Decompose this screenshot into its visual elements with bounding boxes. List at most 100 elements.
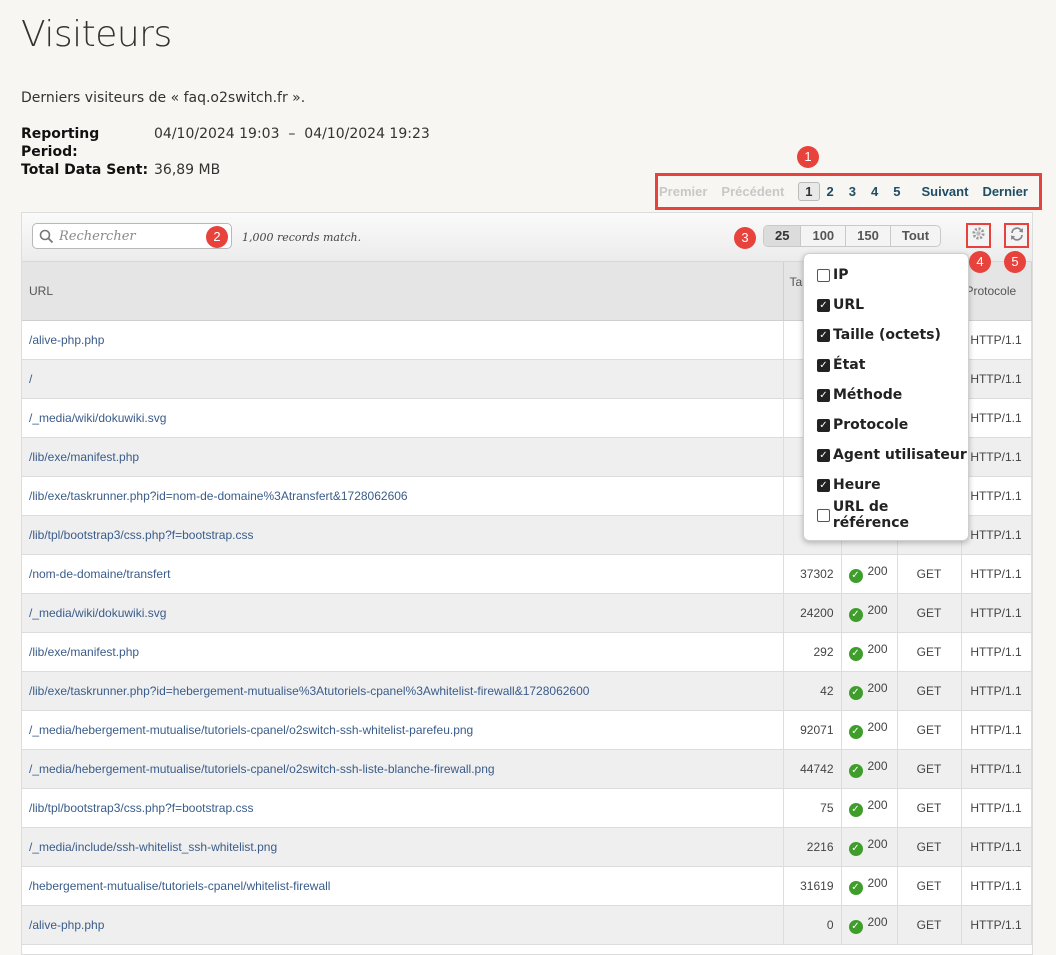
records-count: 1,000 records match. [242,231,362,244]
column-option[interactable]: ✓ Heure [804,470,968,500]
marker-1: 1 [797,146,819,168]
column-option[interactable]: ✓ Agent utilisateur [804,440,968,470]
page-size-25[interactable]: 25 [764,226,801,246]
cell-size: 0 [783,905,842,945]
cell-url[interactable]: /_media/hebergement-mutualise/tutoriels-… [22,710,784,750]
refresh-icon [1009,226,1025,246]
column-option-label: Agent utilisateur [833,447,967,463]
col-header-extra [1031,262,1032,321]
cell-extra [1031,866,1032,906]
refresh-button[interactable] [1004,223,1029,248]
column-option[interactable]: ✓ Taille (octets) [804,320,968,350]
checkbox[interactable]: ✓ [817,388,830,402]
cell-url[interactable]: /lib/tpl/bootstrap3/css.php?f=bootstrap.… [22,515,784,555]
report-meta: Reporting Period: 04/10/2024 19:03 – 04/… [21,125,430,179]
page-title: Visiteurs [21,14,172,55]
cell-status: 200 [867,876,888,890]
cell-url[interactable]: /alive-php.php [22,320,784,360]
cell-method: GET [897,905,962,945]
cell-method: GET [897,554,962,594]
marker-5: 5 [1004,251,1026,273]
pager-last[interactable]: Dernier [982,184,1028,199]
cell-extra [1031,905,1032,945]
cell-status: 200 [867,720,888,734]
cell-url[interactable]: /_media/wiki/dokuwiki.svg [22,593,784,633]
checkbox[interactable]: ✓ [817,298,830,312]
cell-url[interactable]: / [22,359,784,399]
cell-method: GET [897,788,962,828]
cell-method: GET [897,593,962,633]
cell-protocol: HTTP/1.1 [961,788,1032,828]
cell-status: 200 [867,681,888,695]
checkbox[interactable]: ✓ [817,358,830,372]
cell-protocol: HTTP/1.1 [961,437,1032,477]
cell-status-wrap: ✓ 200 [841,866,898,906]
column-option-label: Heure [833,477,881,493]
total-data-label: Total Data Sent: [21,162,149,178]
check-icon: ✓ [848,842,863,856]
pager-page-3[interactable]: 3 [849,184,856,199]
cell-status: 200 [867,642,888,656]
checkbox[interactable]: ✓ [817,328,830,342]
pager-page-1[interactable]: 1 [798,182,820,201]
search-icon [33,229,59,244]
cell-method: GET [897,749,962,789]
column-option[interactable]: URL de référence [804,499,968,531]
cell-url[interactable]: /alive-php.php [22,905,784,945]
checkbox[interactable] [817,268,830,282]
cell-size: 31619 [783,866,842,906]
cell-url[interactable]: /lib/exe/manifest.php [22,437,784,477]
cell-size: 92071 [783,710,842,750]
page-size-100[interactable]: 100 [800,226,845,246]
marker-3: 3 [734,227,756,249]
checkbox[interactable] [817,508,830,522]
cell-protocol: HTTP/1.1 [961,593,1032,633]
pager-first[interactable]: Premier [659,184,707,199]
check-icon: ✓ [848,764,863,778]
checkbox[interactable]: ✓ [817,478,830,492]
page-size-150[interactable]: 150 [845,226,890,246]
column-option[interactable]: ✓ Méthode [804,380,968,410]
cell-status: 200 [867,915,888,929]
pager-page-4[interactable]: 4 [871,184,878,199]
cell-url[interactable]: /lib/exe/taskrunner.php?id=hebergement-m… [22,671,784,711]
cell-url[interactable]: /nom-de-domaine/transfert [22,554,784,594]
page-size-all[interactable]: Tout [889,226,940,246]
cell-url[interactable]: /hebergement-mutualise/tutoriels-cpanel/… [22,866,784,906]
check-icon: ✓ [848,647,863,661]
check-icon: ✓ [848,608,863,622]
pager-prev[interactable]: Précédent [721,184,784,199]
pager-next[interactable]: Suivant [921,184,968,199]
pager-page-2[interactable]: 2 [827,184,834,199]
cell-status: 200 [867,759,888,773]
search-input[interactable] [59,228,219,244]
column-option[interactable]: ✓ État [804,350,968,380]
cell-method: GET [897,632,962,672]
col-header-url[interactable]: URL [22,262,784,321]
column-option[interactable]: ✓ URL [804,290,968,320]
cell-url[interactable]: /lib/exe/taskrunner.php?id=nom-de-domain… [22,476,784,516]
cell-protocol: HTTP/1.1 [961,398,1032,438]
check-icon: ✓ [848,920,863,934]
column-option[interactable]: IP [804,260,968,290]
cell-extra [1031,437,1032,477]
cell-extra [1031,359,1032,399]
cell-url[interactable]: /_media/wiki/dokuwiki.svg [22,398,784,438]
cell-status-wrap: ✓ 200 [841,788,898,828]
cell-status-wrap: ✓ 200 [841,749,898,789]
checkbox[interactable]: ✓ [817,418,830,432]
pager-page-5[interactable]: 5 [893,184,900,199]
cell-protocol: HTTP/1.1 [961,905,1032,945]
cell-protocol: HTTP/1.1 [961,359,1032,399]
column-settings-button[interactable] [966,223,991,248]
table-row: /lib/exe/manifest.php 292 ✓ 200 GET HTTP/1.1 [22,632,1032,672]
cell-url[interactable]: /lib/exe/manifest.php [22,632,784,672]
table-row: /hebergement-mutualise/tutoriels-cpanel/… [22,866,1032,906]
column-option[interactable]: ✓ Protocole [804,410,968,440]
cell-method: GET [897,710,962,750]
cell-status-wrap: ✓ 200 [841,593,898,633]
checkbox[interactable]: ✓ [817,448,830,462]
cell-url[interactable]: /_media/hebergement-mutualise/tutoriels-… [22,749,784,789]
cell-url[interactable]: /_media/include/ssh-whitelist_ssh-whitel… [22,827,784,867]
cell-url[interactable]: /lib/tpl/bootstrap3/css.php?f=bootstrap.… [22,788,784,828]
